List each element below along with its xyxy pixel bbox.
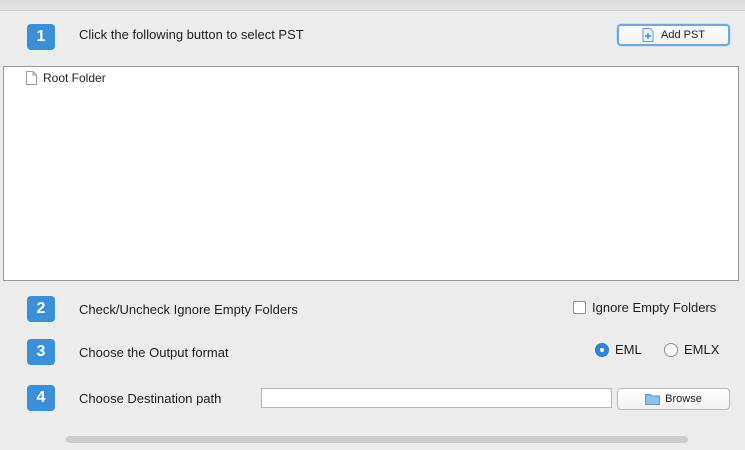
ignore-empty-folders-checkbox[interactable]	[573, 301, 586, 314]
step-1-badge: 1	[27, 24, 55, 50]
radio-emlx[interactable]	[664, 342, 678, 357]
file-icon	[26, 71, 37, 85]
radio-eml[interactable]	[595, 342, 609, 357]
radio-eml-option[interactable]: EML	[595, 342, 642, 357]
destination-path-input[interactable]	[261, 388, 612, 408]
step-1-label: Click the following button to select PST	[79, 27, 304, 42]
tree-item-root-folder[interactable]: Root Folder	[26, 71, 106, 85]
radio-eml-label: EML	[615, 342, 642, 357]
step-2-badge: 2	[27, 296, 55, 322]
ignore-empty-folders-label: Ignore Empty Folders	[592, 300, 717, 315]
browse-button[interactable]: Browse	[617, 388, 730, 410]
tree-item-label: Root Folder	[43, 71, 106, 85]
browse-label: Browse	[665, 393, 702, 405]
add-file-icon	[642, 28, 654, 42]
radio-emlx-option[interactable]: EMLX	[664, 342, 719, 357]
step-4-badge: 4	[27, 385, 55, 411]
add-pst-button[interactable]: Add PST	[617, 24, 730, 46]
radio-emlx-label: EMLX	[684, 342, 720, 357]
add-pst-label: Add PST	[660, 29, 706, 41]
step-3-label: Choose the Output format	[79, 345, 229, 360]
step-2-label: Check/Uncheck Ignore Empty Folders	[79, 302, 298, 317]
ignore-empty-folders-option[interactable]: Ignore Empty Folders	[573, 300, 716, 315]
step-4-label: Choose Destination path	[79, 391, 222, 406]
folder-icon	[645, 393, 661, 405]
window-top-strip	[0, 0, 745, 11]
horizontal-scrollbar[interactable]	[66, 436, 688, 443]
folder-tree-panel[interactable]: Root Folder	[3, 66, 739, 281]
step-3-badge: 3	[27, 339, 55, 365]
